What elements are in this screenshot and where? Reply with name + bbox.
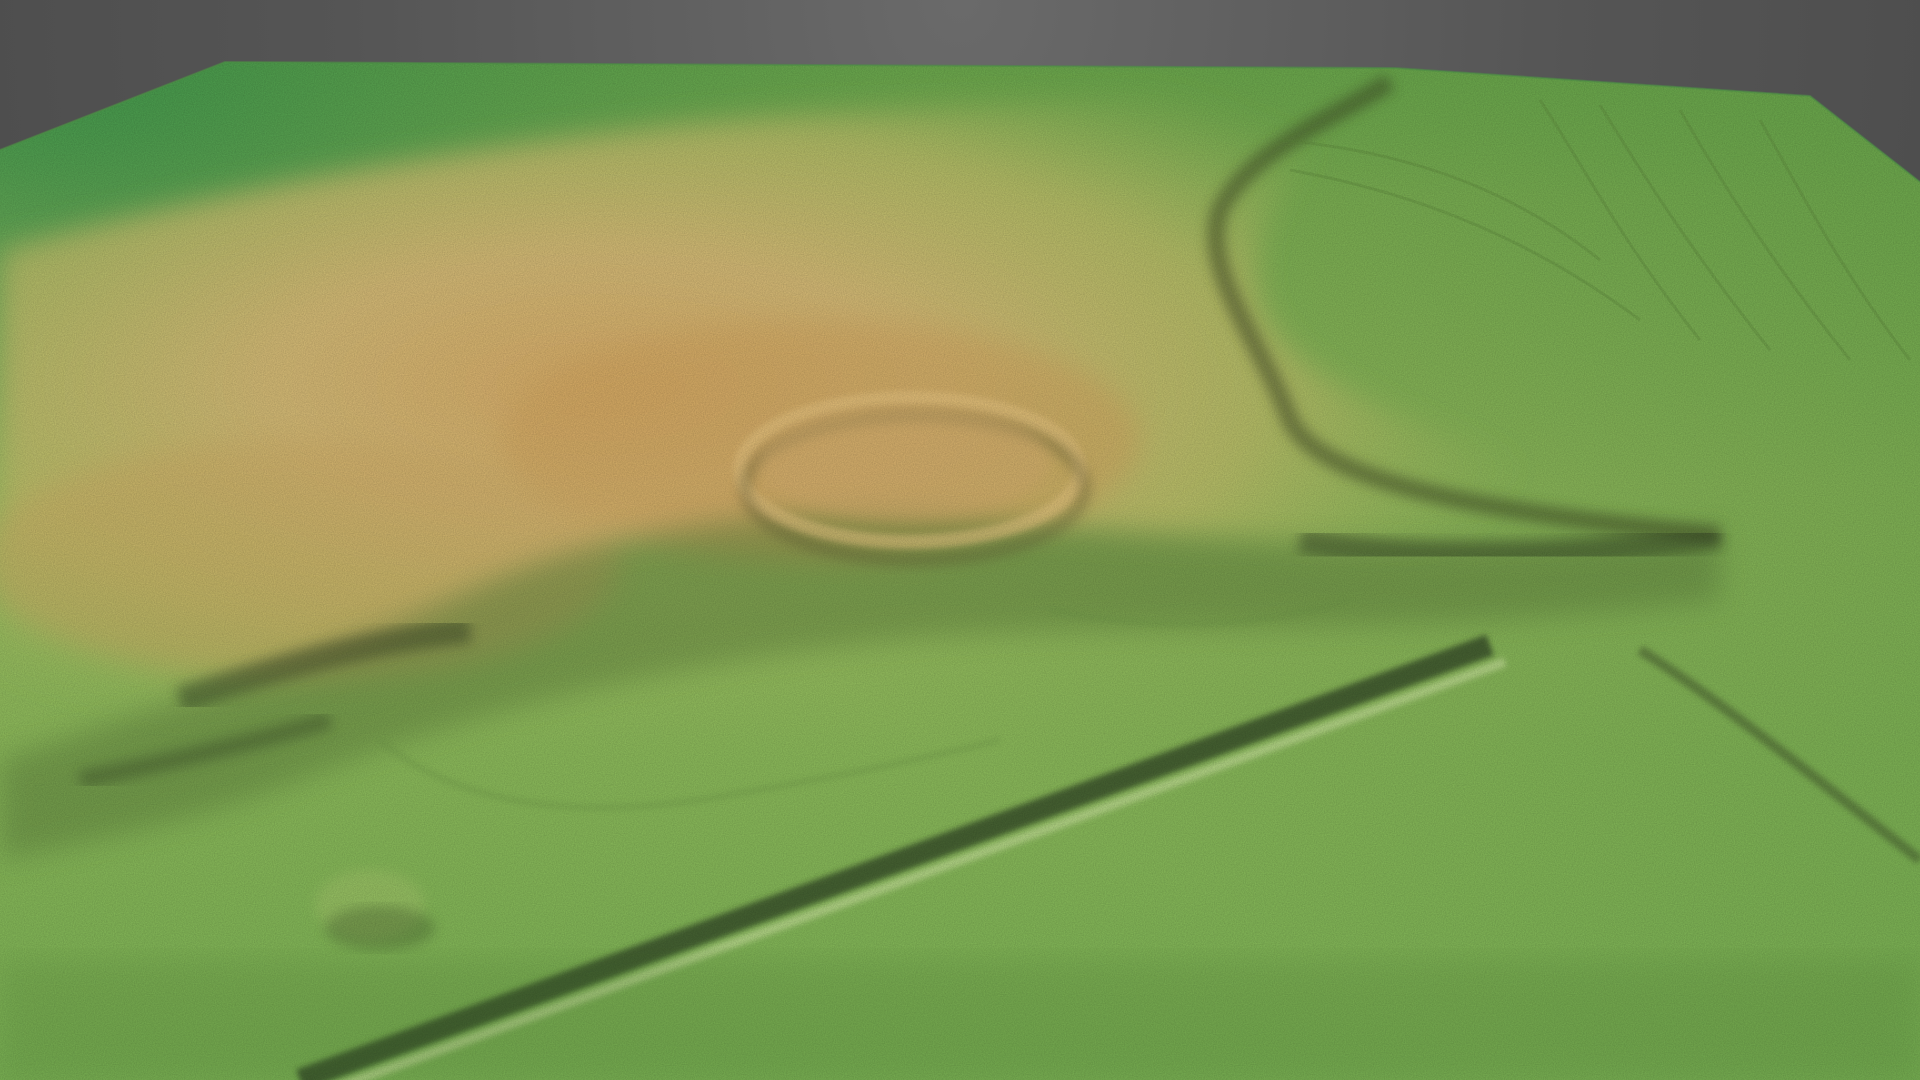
3d-viewport[interactable]: [0, 0, 1920, 1080]
terrain-model[interactable]: [0, 0, 1920, 1080]
terrain-surface: [0, 62, 1920, 1080]
